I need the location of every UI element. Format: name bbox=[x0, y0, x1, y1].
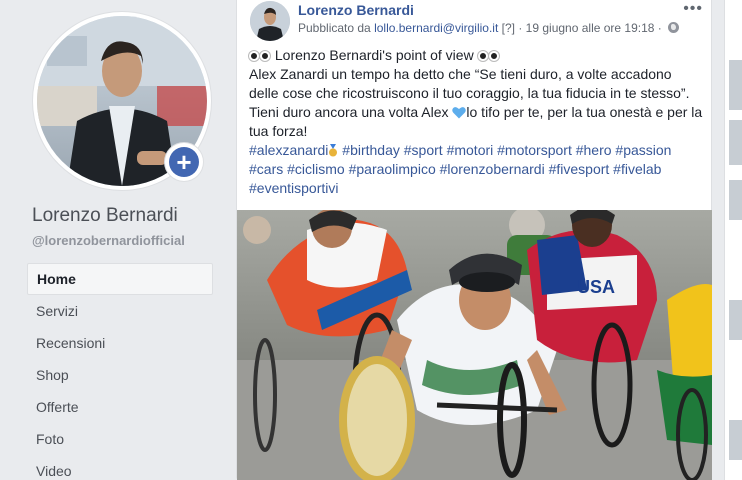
right-thumbnail[interactable] bbox=[729, 120, 742, 165]
add-photo-button[interactable]: + bbox=[165, 143, 203, 181]
page-sidebar: + Lorenzo Bernardi @lorenzobernardioffic… bbox=[0, 0, 224, 480]
meta-flag[interactable]: [?] bbox=[502, 21, 515, 35]
nav-item-servizi[interactable]: Servizi bbox=[27, 295, 213, 327]
eyes-emoji-icon bbox=[260, 51, 270, 61]
jersey-text: USA bbox=[577, 277, 615, 297]
post-quote: Alex Zanardi un tempo ha detto che “Se t… bbox=[249, 66, 690, 101]
right-thumbnail[interactable] bbox=[729, 420, 742, 460]
more-options-button[interactable]: ••• bbox=[683, 0, 703, 18]
post-photo[interactable]: USA bbox=[237, 210, 712, 480]
meta-timestamp[interactable]: · 19 giugno alle ore 19:18 · bbox=[518, 21, 661, 35]
meta-email-link[interactable]: lollo.bernardi@virgilio.it bbox=[374, 21, 498, 35]
eyes-emoji-icon bbox=[488, 51, 499, 61]
nav-item-shop[interactable]: Shop bbox=[27, 359, 213, 391]
blue-heart-icon bbox=[452, 107, 467, 119]
nav-item-video[interactable]: Video bbox=[27, 455, 213, 480]
post-support-start: Tieni duro ancora una volta Alex bbox=[249, 104, 449, 120]
right-thumbnail[interactable] bbox=[729, 180, 742, 220]
page-handle[interactable]: @lorenzobernardiofficial bbox=[32, 233, 185, 248]
post-hashtags: #alexzanardi #birthday #sport #motori #m… bbox=[249, 141, 704, 198]
post-support-line: Tieni duro ancora una volta Alex lo tifo… bbox=[249, 103, 704, 141]
post-title: Lorenzo Bernardi's point of view bbox=[274, 47, 474, 63]
globe-icon bbox=[668, 22, 680, 33]
post-card: Lorenzo Bernardi Pubblicato da lollo.ber… bbox=[236, 0, 712, 480]
eyes-emoji-icon bbox=[477, 51, 488, 61]
nav-item-foto[interactable]: Foto bbox=[27, 423, 213, 455]
post-text: Lorenzo Bernardi's point of view Alex Za… bbox=[249, 46, 704, 198]
nav-item-recensioni[interactable]: Recensioni bbox=[27, 327, 213, 359]
right-thumbnail[interactable] bbox=[729, 300, 742, 340]
post-author-avatar[interactable] bbox=[250, 1, 290, 41]
post-author-name[interactable]: Lorenzo Bernardi bbox=[298, 2, 414, 18]
medal-icon bbox=[329, 144, 338, 157]
post-title-line: Lorenzo Bernardi's point of view bbox=[249, 46, 704, 65]
right-thumbnail[interactable] bbox=[729, 60, 742, 110]
nav-item-offerte[interactable]: Offerte bbox=[27, 391, 213, 423]
nav-item-home[interactable]: Home bbox=[27, 263, 213, 295]
eyes-emoji-icon bbox=[249, 51, 259, 61]
meta-prefix: Pubblicato da bbox=[298, 21, 371, 35]
page-name: Lorenzo Bernardi bbox=[32, 205, 178, 226]
hashtag-link[interactable]: #alexzanardi bbox=[249, 142, 328, 158]
page-nav: Home Servizi Recensioni Shop Offerte Fot… bbox=[27, 263, 213, 480]
right-column-strip bbox=[724, 0, 742, 480]
post-meta: Pubblicato da lollo.bernardi@virgilio.it… bbox=[298, 21, 680, 35]
plus-icon: + bbox=[169, 147, 199, 177]
